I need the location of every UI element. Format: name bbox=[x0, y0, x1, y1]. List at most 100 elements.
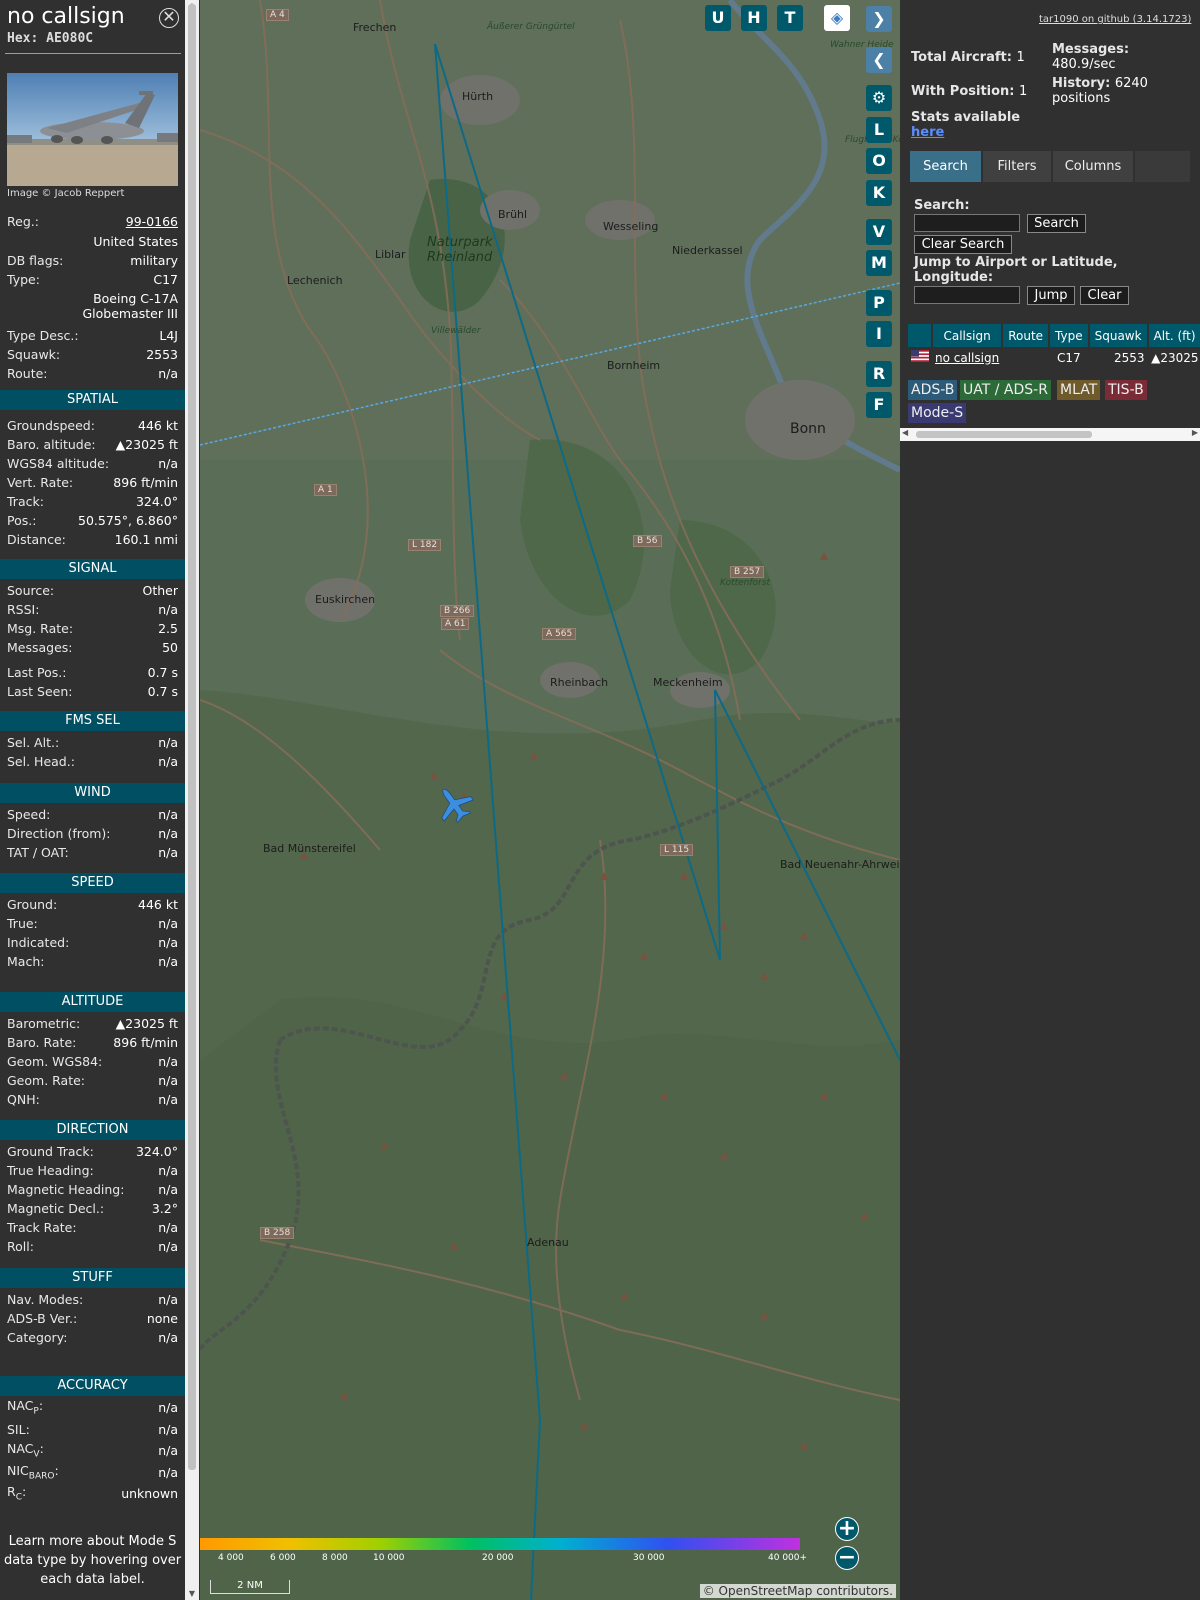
map-button-p[interactable]: P bbox=[866, 290, 892, 316]
direction-row: Track Rate: n/a bbox=[7, 1218, 178, 1237]
map-button-r[interactable]: R bbox=[866, 361, 892, 387]
reg-link[interactable]: 99-0166 bbox=[126, 214, 178, 229]
altitude-row: Geom. WGS84: n/a bbox=[7, 1052, 178, 1071]
speed-value: n/a bbox=[158, 916, 178, 931]
map-button-o[interactable]: O bbox=[866, 148, 892, 174]
table-row[interactable]: no callsign C17 2553 ▲23025 bbox=[908, 347, 1200, 368]
direction-label: Track Rate: bbox=[7, 1220, 77, 1235]
direction-value: 324.0° bbox=[135, 1144, 178, 1159]
legend-tisb: TIS-B bbox=[1105, 380, 1147, 400]
header-divider bbox=[5, 53, 181, 54]
accuracy-value: n/a bbox=[158, 1421, 178, 1437]
map-button-i[interactable]: I bbox=[866, 321, 892, 347]
spatial-value: 160.1 nmi bbox=[114, 532, 178, 547]
map-place-label: Frechen bbox=[353, 21, 397, 34]
history-label: History: bbox=[1052, 76, 1111, 91]
map-button-f[interactable]: F bbox=[866, 392, 892, 418]
expand-right-icon[interactable]: ❯ bbox=[866, 6, 892, 32]
tab-search[interactable]: Search bbox=[910, 151, 981, 182]
clear-search-button[interactable]: Clear Search bbox=[914, 235, 1012, 254]
accuracy-label: SIL: bbox=[7, 1421, 30, 1437]
col-squawk[interactable]: Squawk bbox=[1088, 324, 1149, 347]
stuff-value: n/a bbox=[158, 1292, 178, 1307]
tab-columns[interactable]: Columns bbox=[1053, 151, 1133, 182]
spatial-row: WGS84 altitude: n/a bbox=[7, 454, 178, 473]
accuracy-label-main: R bbox=[7, 1484, 16, 1500]
altitude-value: n/a bbox=[158, 1092, 178, 1107]
col-callsign[interactable]: Callsign bbox=[932, 324, 1004, 347]
col-altitude[interactable]: Alt. (ft) bbox=[1147, 324, 1200, 347]
stats-here-link[interactable]: here bbox=[911, 125, 944, 140]
scroll-right-icon[interactable]: ▶ bbox=[1192, 428, 1198, 437]
map-button-u[interactable]: U bbox=[705, 5, 731, 31]
map-canvas[interactable] bbox=[200, 0, 900, 1600]
map-attribution[interactable]: © OpenStreetMap contributors. bbox=[699, 1584, 896, 1598]
map-place-label: Niederkassel bbox=[672, 244, 743, 257]
layers-icon[interactable]: ◈ bbox=[824, 5, 850, 31]
stuff-row: Nav. Modes: n/a bbox=[7, 1290, 178, 1309]
aircraft-photo[interactable] bbox=[7, 73, 178, 186]
row-type: C17 bbox=[1057, 350, 1081, 365]
sidebar-panel: tar1090 on github (3.14.1723) Total Airc… bbox=[900, 0, 1200, 1600]
wind-value: n/a bbox=[158, 845, 178, 860]
tab-extra[interactable] bbox=[1135, 151, 1190, 182]
info-panel-scrollbar[interactable]: ▲ ▼ bbox=[185, 0, 199, 1600]
map-button-t[interactable]: T bbox=[777, 5, 803, 31]
altitude-row: Geom. Rate: n/a bbox=[7, 1071, 178, 1090]
map-view[interactable]: A 4 Frechen Äußerer Grüngürtel Hürth Brühl We… bbox=[200, 0, 900, 1600]
direction-value: n/a bbox=[158, 1239, 178, 1254]
altitude-value: 896 ft/min bbox=[113, 1035, 178, 1050]
map-button-m[interactable]: M bbox=[866, 250, 892, 276]
table-header: Callsign Route Type Squawk Alt. (ft) S bbox=[908, 324, 1200, 347]
scroll-down-icon[interactable]: ▼ bbox=[185, 1588, 199, 1600]
scrollbar-thumb[interactable] bbox=[916, 431, 1092, 438]
route-label: Route: bbox=[7, 366, 48, 381]
search-input[interactable] bbox=[914, 214, 1020, 232]
row-callsign[interactable]: no callsign bbox=[932, 347, 1002, 368]
scale-tick: 10 000 bbox=[373, 1553, 405, 1563]
us-flag-icon bbox=[908, 347, 932, 368]
close-icon[interactable]: ✕ bbox=[159, 8, 179, 28]
map-button-l[interactable]: L bbox=[866, 117, 892, 143]
zoom-in-icon[interactable]: + bbox=[835, 1517, 859, 1541]
jump-label: Jump to Airport or Latitude, Longitude: bbox=[914, 255, 1118, 285]
collapse-left-icon[interactable]: ❮ bbox=[866, 47, 892, 73]
signal-label: RSSI: bbox=[7, 602, 40, 617]
scale-tick: 30 000 bbox=[633, 1553, 665, 1563]
col-type[interactable]: Type bbox=[1049, 324, 1090, 347]
map-place-label: Rheinbach bbox=[550, 676, 609, 689]
settings-gear-icon[interactable]: ⚙ bbox=[866, 85, 892, 111]
map-button-k[interactable]: K bbox=[866, 180, 892, 206]
zoom-out-icon[interactable]: − bbox=[835, 1546, 859, 1570]
table-horizontal-scrollbar[interactable]: ◀ ▶ bbox=[900, 428, 1200, 441]
speed-value: 446 kt bbox=[138, 897, 178, 912]
scroll-left-icon[interactable]: ◀ bbox=[902, 428, 908, 437]
clear-jump-button[interactable]: Clear bbox=[1080, 286, 1129, 305]
github-link[interactable]: tar1090 on github (3.14.1723) bbox=[1039, 14, 1191, 25]
stuff-value: n/a bbox=[158, 1330, 178, 1345]
spatial-row: Vert. Rate: 896 ft/min bbox=[7, 473, 178, 492]
search-button[interactable]: Search bbox=[1027, 214, 1086, 233]
speed-row: Mach: n/a bbox=[7, 952, 178, 971]
map-button-v[interactable]: V bbox=[866, 219, 892, 245]
accuracy-value: unknown bbox=[121, 1486, 178, 1501]
altitude-value: n/a bbox=[158, 1054, 178, 1069]
spatial-value: 446 kt bbox=[138, 418, 178, 433]
section-stuff: STUFF bbox=[0, 1268, 185, 1288]
direction-label: Magnetic Heading: bbox=[7, 1182, 125, 1197]
direction-label: True Heading: bbox=[7, 1163, 94, 1178]
map-place-label: A 565 bbox=[542, 628, 577, 640]
col-flag[interactable] bbox=[908, 324, 933, 347]
col-route[interactable]: Route bbox=[1002, 324, 1051, 347]
direction-row: Magnetic Heading: n/a bbox=[7, 1180, 178, 1199]
altitude-label: Geom. WGS84: bbox=[7, 1054, 103, 1069]
jump-button[interactable]: Jump bbox=[1027, 286, 1075, 305]
map-place-label: Liblar bbox=[375, 248, 406, 261]
section-wind: WIND bbox=[0, 783, 185, 803]
scrollbar-thumb[interactable] bbox=[188, 4, 196, 1470]
tab-filters[interactable]: Filters bbox=[983, 151, 1051, 182]
map-place-label: B 56 bbox=[633, 535, 662, 547]
jump-input[interactable] bbox=[914, 286, 1020, 304]
map-place-label: Lechenich bbox=[287, 274, 343, 287]
map-button-h[interactable]: H bbox=[741, 5, 767, 31]
